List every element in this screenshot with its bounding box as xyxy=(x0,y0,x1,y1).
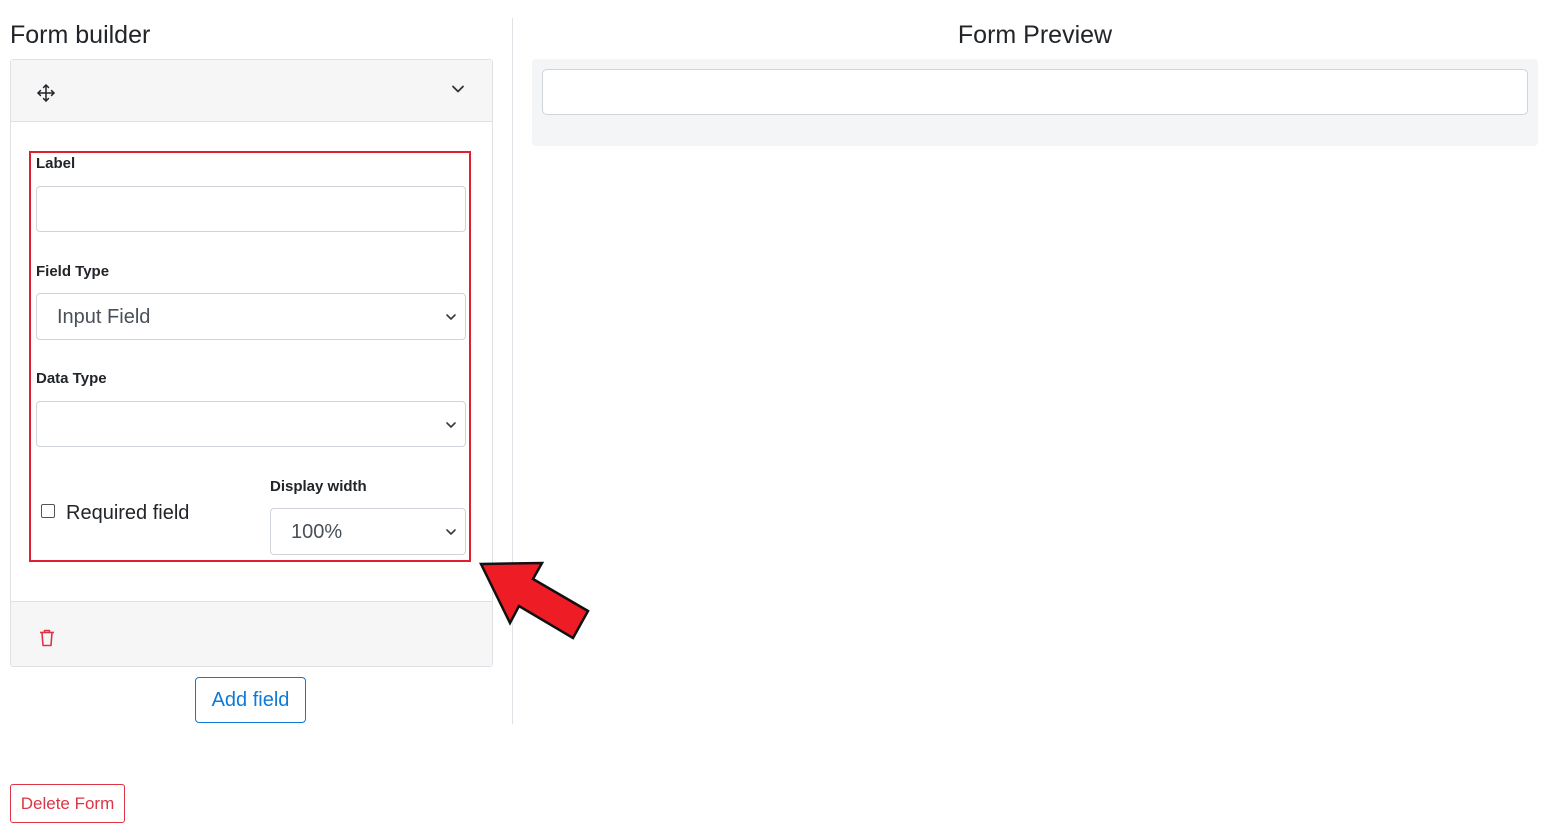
field-type-selected-value: Input Field xyxy=(57,306,151,328)
delete-form-button[interactable]: Delete Form xyxy=(10,784,125,823)
trash-icon[interactable] xyxy=(39,629,55,647)
data-type-select[interactable] xyxy=(36,401,466,447)
form-builder-title: Form builder xyxy=(10,21,151,49)
label-input[interactable] xyxy=(36,186,466,232)
form-preview-panel xyxy=(532,59,1538,146)
preview-input[interactable] xyxy=(542,69,1528,115)
display-width-selected-value: 100% xyxy=(291,521,343,543)
move-arrows-icon[interactable] xyxy=(36,83,56,103)
form-preview-title: Form Preview xyxy=(957,21,1113,49)
field-card-footer xyxy=(11,601,492,666)
select-chevron-icon xyxy=(446,314,456,320)
label-field-title: Label xyxy=(36,155,76,172)
display-width-title: Display width xyxy=(270,478,367,495)
select-chevron-icon xyxy=(446,529,456,535)
field-type-title: Field Type xyxy=(36,263,110,280)
display-width-select[interactable]: 100% xyxy=(270,508,466,555)
data-type-title: Data Type xyxy=(36,370,107,387)
field-type-select[interactable]: Input Field xyxy=(36,293,466,340)
required-field-checkbox[interactable] xyxy=(41,504,55,518)
chevron-down-icon[interactable] xyxy=(451,82,465,96)
field-card-header xyxy=(11,60,492,122)
add-field-button[interactable]: Add field xyxy=(195,677,306,723)
arrow-pointer-icon xyxy=(479,561,590,640)
required-field-label[interactable]: Required field xyxy=(66,502,189,525)
select-chevron-icon xyxy=(446,422,456,428)
